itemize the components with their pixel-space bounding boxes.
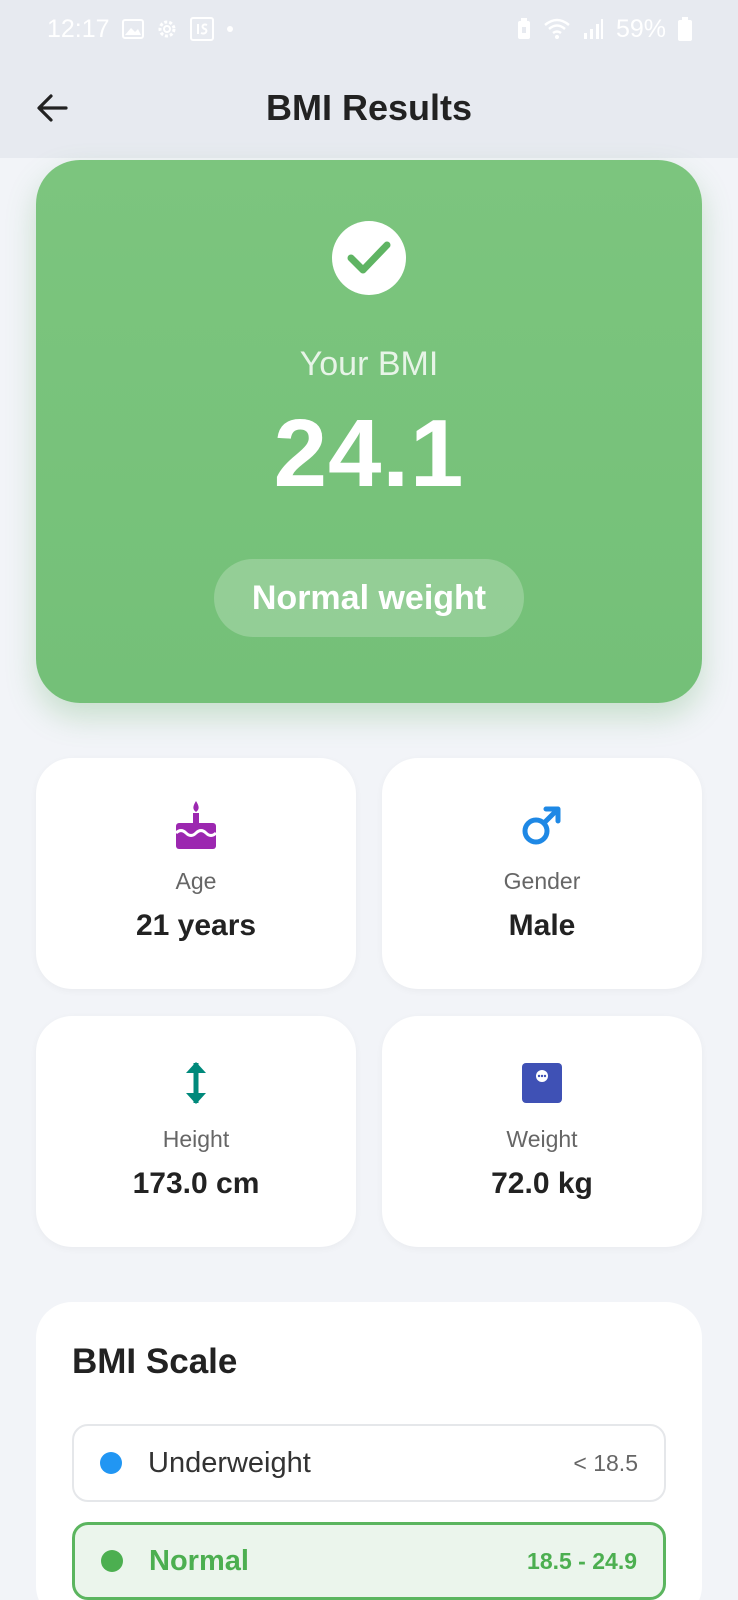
bmi-value: 24.1 xyxy=(273,400,465,507)
scale-row-normal: Normal 18.5 - 24.9 xyxy=(72,1522,666,1600)
scale-row-range: 18.5 - 24.9 xyxy=(527,1547,637,1574)
status-bar-right: 59% xyxy=(516,15,692,44)
bmi-scale-title: BMI Scale xyxy=(72,1342,238,1381)
male-icon xyxy=(521,798,563,852)
height-arrows-icon xyxy=(182,1056,210,1110)
gender-card: Gender Male xyxy=(382,758,702,989)
underweight-dot-icon xyxy=(100,1452,122,1474)
gender-value: Male xyxy=(508,909,576,942)
battery-icon xyxy=(678,17,692,41)
wifi-icon xyxy=(544,18,570,40)
scale-row-name: Underweight xyxy=(148,1446,311,1479)
settings-icon xyxy=(156,18,178,40)
status-bar-left: 12:17 xyxy=(47,15,234,44)
weight-value: 72.0 kg xyxy=(491,1167,593,1200)
check-circle-icon xyxy=(332,221,406,295)
back-button[interactable] xyxy=(30,86,74,130)
battery-saver-icon xyxy=(516,18,532,40)
height-label: Height xyxy=(162,1126,230,1152)
back-arrow-icon xyxy=(37,94,68,122)
scale-row-underweight: Underweight < 18.5 xyxy=(72,1424,666,1502)
height-value: 173.0 cm xyxy=(132,1167,260,1200)
normal-dot-icon xyxy=(101,1550,123,1572)
bmi-result-card: Your BMI 24.1 Normal weight xyxy=(36,160,702,703)
status-bar: 12:17 59% xyxy=(0,0,738,58)
bmi-label: Your BMI xyxy=(299,345,439,383)
scale-row-range: < 18.5 xyxy=(573,1449,638,1476)
age-label: Age xyxy=(175,868,217,894)
status-time: 12:17 xyxy=(47,14,110,43)
cake-icon xyxy=(174,798,218,852)
app-notification-icon xyxy=(189,17,214,41)
page-title: BMI Results xyxy=(265,87,473,128)
gender-label: Gender xyxy=(503,868,581,894)
gallery-icon xyxy=(121,19,144,39)
bmi-scale-card: BMI Scale Underweight < 18.5 Normal 18.5… xyxy=(36,1302,702,1600)
battery-percent: 59% xyxy=(615,14,666,43)
weight-label: Weight xyxy=(506,1126,578,1152)
age-card: Age 21 years xyxy=(36,758,356,989)
scale-row-name: Normal xyxy=(149,1544,249,1577)
age-value: 21 years xyxy=(135,909,257,942)
scale-icon xyxy=(521,1056,563,1110)
more-notifications-dot-icon xyxy=(226,25,234,33)
app-bar: BMI Results xyxy=(0,58,738,158)
signal-icon xyxy=(582,18,604,40)
weight-card: Weight 72.0 kg xyxy=(382,1016,702,1247)
height-card: Height 173.0 cm xyxy=(36,1016,356,1247)
bmi-category-badge: Normal weight xyxy=(214,559,524,637)
